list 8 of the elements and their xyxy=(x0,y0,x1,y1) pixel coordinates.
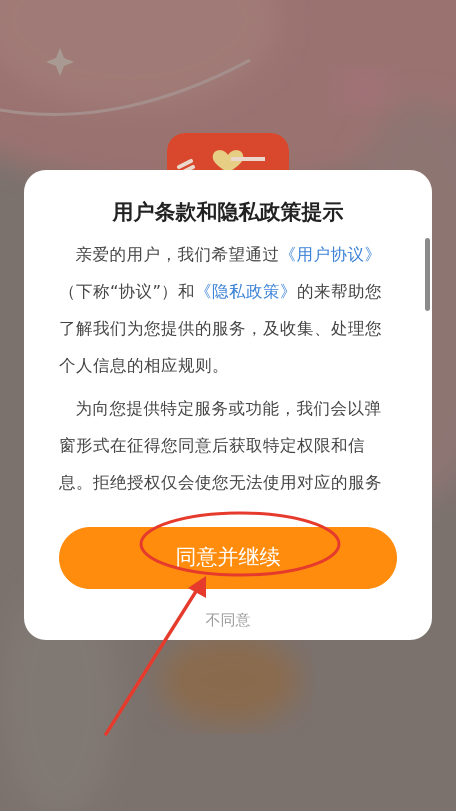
agree-button[interactable]: 同意并继续 xyxy=(59,527,397,589)
disagree-link[interactable]: 不同意 xyxy=(206,609,250,632)
dialog-title: 用户条款和隐私政策提示 xyxy=(112,199,344,226)
body-paragraph: 为向您提供特定服务或功能，我们会以弹窗形式在征得您同意后获取特定权限和信息。拒绝授权仅会使您无法使用对应的服务 xyxy=(59,398,383,494)
policy-link[interactable]: 《用户协议》 xyxy=(280,245,382,264)
app-logo-icon xyxy=(167,133,289,170)
policy-link[interactable]: 《隐私政策》 xyxy=(195,282,298,301)
body-paragraph: 亲爱的用户，我们希望通过《用户协议》 （下称“协议”）和《隐私政策》的来帮助您了解我们为您提供的服务，及收集、处理您个人信息的相应规则。 xyxy=(59,244,384,377)
